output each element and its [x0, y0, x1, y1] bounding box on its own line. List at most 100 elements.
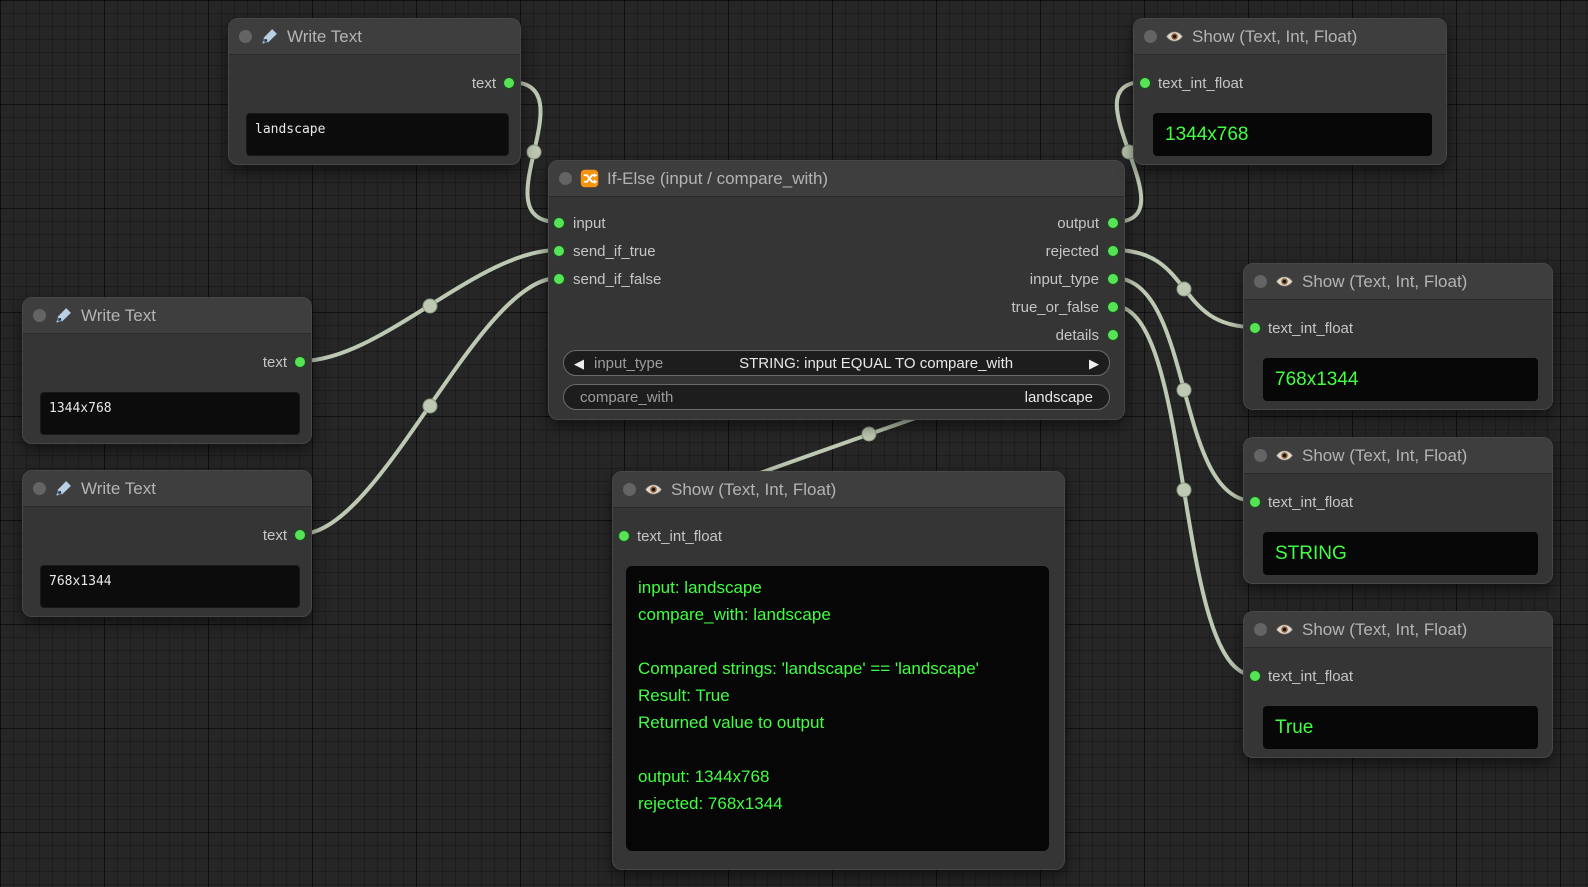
output-slot-label: output [1057, 215, 1099, 232]
write-text-node-2[interactable]: Write Text text 1344x768 [22, 297, 312, 444]
collapse-dot[interactable] [623, 483, 636, 496]
output-slot-text[interactable] [294, 356, 306, 368]
eye-icon [1165, 27, 1184, 46]
show-node-details[interactable]: Show (Text, Int, Float) text_int_float i… [612, 471, 1065, 870]
output-slot-label: text [263, 527, 287, 544]
collapse-dot[interactable] [1254, 623, 1267, 636]
eye-icon [1275, 446, 1294, 465]
collapse-dot[interactable] [1254, 275, 1267, 288]
show-details-display: input: landscape compare_with: landscape… [626, 566, 1049, 851]
output-slot-output[interactable] [1107, 217, 1119, 229]
input-slot-label: text_int_float [1268, 668, 1353, 685]
link-midpoint-dot[interactable] [423, 399, 437, 413]
eye-icon [1275, 620, 1294, 639]
output-slot-label: rejected [1046, 243, 1099, 260]
output-slot-true-or-false[interactable] [1107, 301, 1119, 313]
node-title: Show (Text, Int, Float) [1192, 27, 1357, 47]
link-midpoint-dot[interactable] [527, 145, 541, 159]
pen-icon [260, 27, 279, 46]
link-midpoint-dot[interactable] [1177, 483, 1191, 497]
node-header[interactable]: Show (Text, Int, Float) [1134, 19, 1446, 55]
write-text-node-1[interactable]: Write Text text landscape [228, 18, 521, 165]
input-type-combo-widget[interactable]: ◀ input_type STRING: input EQUAL TO comp… [563, 350, 1110, 376]
node-header[interactable]: Show (Text, Int, Float) [613, 472, 1064, 508]
input-slot-send-if-false[interactable] [553, 273, 565, 285]
node-title: Write Text [81, 306, 156, 326]
node-header[interactable]: Show (Text, Int, Float) [1244, 612, 1552, 648]
node-title: If-Else (input / compare_with) [607, 169, 828, 189]
input-slot-text-int-float[interactable] [1139, 77, 1151, 89]
input-slot-input[interactable] [553, 217, 565, 229]
output-slot-label: input_type [1030, 271, 1099, 288]
shuffle-icon [580, 169, 599, 188]
node-canvas[interactable]: Write Text text landscape Write Text tex… [0, 0, 1588, 887]
input-slot-label: text_int_float [1268, 494, 1353, 511]
node-title: Write Text [81, 479, 156, 499]
show-value-display: 768x1344 [1263, 358, 1538, 401]
show-value-display: True [1263, 706, 1538, 749]
input-slot-text-int-float[interactable] [1249, 322, 1261, 334]
combo-prev-icon[interactable]: ◀ [574, 357, 584, 370]
link-midpoint-dot[interactable] [862, 427, 876, 441]
if-else-node[interactable]: If-Else (input / compare_with) input sen… [548, 160, 1125, 420]
pen-icon [54, 479, 73, 498]
combo-label: input_type [594, 355, 663, 372]
input-slot-label: text_int_float [637, 528, 722, 545]
collapse-dot[interactable] [239, 30, 252, 43]
show-node-rejected[interactable]: Show (Text, Int, Float) text_int_float 7… [1243, 263, 1553, 410]
link-midpoint-dot[interactable] [423, 299, 437, 313]
show-node-true-or-false[interactable]: Show (Text, Int, Float) text_int_float T… [1243, 611, 1553, 758]
collapse-dot[interactable] [33, 482, 46, 495]
show-node-output[interactable]: Show (Text, Int, Float) text_int_float 1… [1133, 18, 1447, 165]
collapse-dot[interactable] [1144, 30, 1157, 43]
node-header[interactable]: Show (Text, Int, Float) [1244, 264, 1552, 300]
node-header[interactable]: Show (Text, Int, Float) [1244, 438, 1552, 474]
node-header[interactable]: Write Text [23, 471, 311, 507]
input-slot-send-if-true[interactable] [553, 245, 565, 257]
collapse-dot[interactable] [33, 309, 46, 322]
node-title: Show (Text, Int, Float) [1302, 620, 1467, 640]
node-header[interactable]: Write Text [229, 19, 520, 55]
field-value[interactable]: landscape [1025, 389, 1093, 406]
node-header[interactable]: If-Else (input / compare_with) [549, 161, 1124, 197]
output-slot-label: true_or_false [1011, 299, 1099, 316]
eye-icon [644, 480, 663, 499]
input-slot-label: send_if_false [573, 271, 661, 288]
output-slot-text[interactable] [294, 529, 306, 541]
show-value-display: 1344x768 [1153, 113, 1432, 156]
input-slot-label: send_if_true [573, 243, 656, 260]
node-title: Write Text [287, 27, 362, 47]
compare-with-field-widget[interactable]: compare_with landscape [563, 384, 1110, 410]
node-title: Show (Text, Int, Float) [1302, 272, 1467, 292]
input-slot-label: input [573, 215, 606, 232]
output-slot-rejected[interactable] [1107, 245, 1119, 257]
output-slot-input-type[interactable] [1107, 273, 1119, 285]
node-header[interactable]: Write Text [23, 298, 311, 334]
input-slot-text-int-float[interactable] [618, 530, 630, 542]
link-midpoint-dot[interactable] [1177, 282, 1191, 296]
show-value-display: STRING [1263, 532, 1538, 575]
show-node-input-type[interactable]: Show (Text, Int, Float) text_int_float S… [1243, 437, 1553, 584]
eye-icon [1275, 272, 1294, 291]
input-slot-text-int-float[interactable] [1249, 670, 1261, 682]
combo-value[interactable]: STRING: input EQUAL TO compare_with [673, 355, 1079, 372]
write-text-node-3[interactable]: Write Text text 768x1344 [22, 470, 312, 617]
output-slot-label: text [263, 354, 287, 371]
input-slot-label: text_int_float [1268, 320, 1353, 337]
link-midpoint-dot[interactable] [1177, 383, 1191, 397]
text-input[interactable]: 768x1344 [40, 565, 300, 608]
pen-icon [54, 306, 73, 325]
collapse-dot[interactable] [1254, 449, 1267, 462]
input-slot-text-int-float[interactable] [1249, 496, 1261, 508]
output-slot-label: text [472, 75, 496, 92]
output-slot-details[interactable] [1107, 329, 1119, 341]
combo-next-icon[interactable]: ▶ [1089, 357, 1099, 370]
output-slot-label: details [1056, 327, 1099, 344]
collapse-dot[interactable] [559, 172, 572, 185]
node-title: Show (Text, Int, Float) [1302, 446, 1467, 466]
field-label: compare_with [580, 389, 673, 406]
node-title: Show (Text, Int, Float) [671, 480, 836, 500]
output-slot-text[interactable] [503, 77, 515, 89]
text-input[interactable]: landscape [246, 113, 509, 156]
text-input[interactable]: 1344x768 [40, 392, 300, 435]
